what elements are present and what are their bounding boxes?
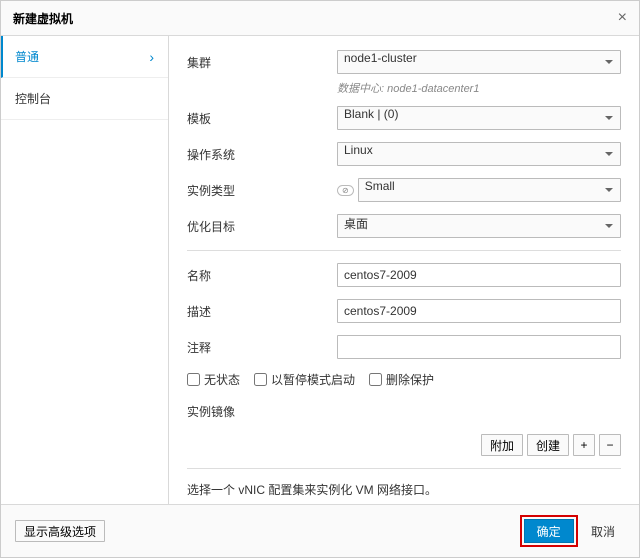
delprotect-check[interactable]: 删除保护: [369, 371, 434, 388]
template-select[interactable]: Blank | (0): [337, 106, 621, 130]
stateless-check[interactable]: 无状态: [187, 371, 240, 388]
cluster-label: 集群: [187, 54, 337, 71]
cluster-select[interactable]: node1-cluster: [337, 50, 621, 74]
optimize-label: 优化目标: [187, 218, 337, 235]
template-label: 模板: [187, 110, 337, 127]
cancel-button[interactable]: 取消: [581, 519, 625, 543]
os-select[interactable]: Linux: [337, 142, 621, 166]
separator: [187, 250, 621, 251]
instancetype-select[interactable]: Small: [358, 178, 621, 202]
dialog-footer: 显示高级选项 确定 取消: [1, 504, 639, 557]
create-button[interactable]: 创建: [527, 434, 569, 456]
chevron-right-icon: ›: [149, 49, 154, 65]
name-input[interactable]: [337, 263, 621, 287]
close-icon[interactable]: ×: [618, 9, 627, 27]
show-advanced-button[interactable]: 显示高级选项: [15, 520, 105, 542]
link-icon: ⊘: [337, 185, 354, 196]
separator: [187, 468, 621, 469]
sidebar: 普通 › 控制台: [1, 36, 169, 504]
dialog-header: 新建虚拟机 ×: [1, 1, 639, 36]
dialog-body: 普通 › 控制台 集群 node1-cluster 数据中心: node1-da…: [1, 36, 639, 504]
ok-button[interactable]: 确定: [524, 519, 574, 543]
attach-button[interactable]: 附加: [481, 434, 523, 456]
name-label: 名称: [187, 267, 337, 284]
plus-button[interactable]: +: [573, 434, 595, 456]
instancetype-label: 实例类型: [187, 182, 337, 199]
os-label: 操作系统: [187, 146, 337, 163]
optimize-select[interactable]: 桌面: [337, 214, 621, 238]
pause-check[interactable]: 以暂停模式启动: [254, 371, 355, 388]
ok-highlight: 确定: [520, 515, 578, 547]
new-vm-dialog: 新建虚拟机 × 普通 › 控制台 集群 node1-cluster 数据中心: …: [0, 0, 640, 558]
sidebar-item-general[interactable]: 普通 ›: [1, 36, 168, 78]
dialog-title: 新建虚拟机: [13, 10, 73, 27]
desc-label: 描述: [187, 303, 337, 320]
minus-button[interactable]: −: [599, 434, 621, 456]
sidebar-item-console[interactable]: 控制台: [1, 78, 168, 120]
comment-input[interactable]: [337, 335, 621, 359]
sidebar-item-label: 控制台: [15, 90, 51, 107]
instance-image-label: 实例镜像: [187, 403, 337, 420]
sidebar-item-label: 普通: [15, 48, 39, 65]
desc-input[interactable]: [337, 299, 621, 323]
form-content: 集群 node1-cluster 数据中心: node1-datacenter1…: [169, 36, 639, 504]
comment-label: 注释: [187, 339, 337, 356]
datacenter-hint: 数据中心: node1-datacenter1: [337, 80, 621, 96]
vnic-desc: 选择一个 vNIC 配置集来实例化 VM 网络接口。: [187, 481, 621, 498]
